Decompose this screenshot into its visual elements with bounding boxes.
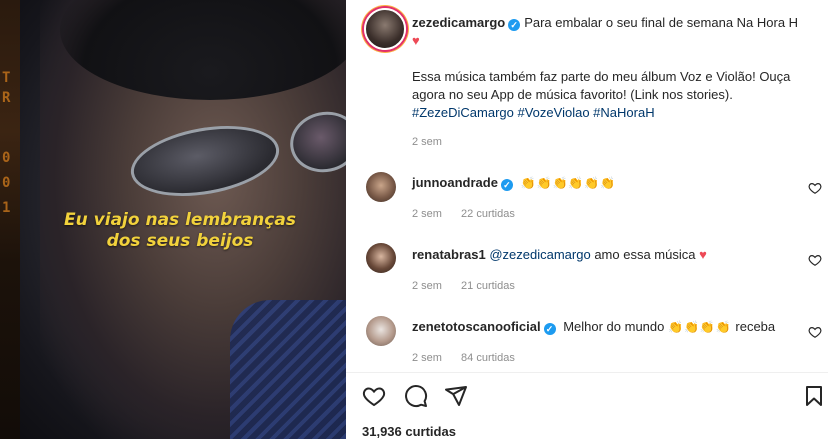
video-lyrics-subtitle: Eu viajo nas lembranças dos seus beijos (40, 210, 320, 252)
hashtag-link[interactable]: #ZezeDiCamargo (412, 105, 514, 120)
post-action-bar (346, 380, 828, 412)
comment-username[interactable]: renatabras1 (412, 247, 486, 262)
lyrics-line-2: dos seus beijos (106, 231, 254, 251)
comment-item: zenetotoscanooficial ✓ Melhor do mundo 👏👏… (412, 318, 792, 336)
clap-emojis: 👏👏👏👏 (668, 320, 732, 334)
comment-time[interactable]: 2 sem (412, 280, 442, 292)
caption-first-line: Para embalar o seu final de semana Na Ho… (524, 15, 799, 30)
video-background-poster: T R 0 0 1 (0, 0, 20, 439)
comment-time[interactable]: 2 sem (412, 352, 442, 364)
commenter-avatar[interactable] (366, 316, 396, 346)
heart-emoji-icon: ♥ (699, 247, 707, 262)
post-video[interactable]: T R 0 0 1 Eu viajo nas lembranças dos se… (0, 0, 346, 439)
bookmark-icon[interactable] (802, 384, 826, 408)
comment-item: junnoandrade ✓ 👏👏👏👏👏👏 (412, 174, 792, 192)
comment-meta: 2 sem 84 curtidas (412, 352, 531, 364)
comment-text: 👏👏👏👏👏👏 (520, 176, 617, 190)
comment-like-heart-icon[interactable] (808, 181, 822, 195)
comment-likes[interactable]: 84 curtidas (461, 352, 515, 364)
comment-time[interactable]: 2 sem (412, 208, 442, 220)
comment-meta: 2 sem 22 curtidas (412, 208, 531, 220)
comment-username[interactable]: zenetotoscanooficial (412, 319, 541, 334)
author-username[interactable]: zezedicamargo (412, 15, 505, 30)
caption-meta: 2 sem (412, 136, 458, 148)
like-heart-icon[interactable] (362, 384, 386, 408)
comment-text-end: receba (735, 319, 776, 334)
caption-paragraph: Essa música também faz parte do meu álbu… (412, 69, 791, 102)
verified-badge-icon: ✓ (508, 19, 521, 31)
comment-mention-link[interactable]: @zezedicamargo (489, 247, 590, 262)
comment-like-heart-icon[interactable] (808, 325, 822, 339)
hashtag-link[interactable]: #NaHoraH (593, 105, 654, 120)
actions-divider (346, 372, 828, 373)
comment-like-heart-icon[interactable] (808, 253, 822, 267)
caption-hashtags: #ZezeDiCamargo #VozeViolao #NaHoraH (412, 104, 812, 122)
verified-badge-icon: ✓ (500, 179, 513, 191)
comment-likes[interactable]: 21 curtidas (461, 280, 515, 292)
commenter-avatar[interactable] (366, 172, 396, 202)
heart-emoji-icon: ♥ (412, 33, 420, 48)
caption-time[interactable]: 2 sem (412, 136, 442, 148)
post-caption: zezedicamargo ✓ Para embalar o seu final d… (412, 14, 812, 122)
send-icon[interactable] (444, 384, 468, 408)
comment-username[interactable]: junnoandrade (412, 175, 498, 190)
comment-text: amo essa música (594, 247, 696, 262)
comment-likes[interactable]: 22 curtidas (461, 208, 515, 220)
author-avatar[interactable] (364, 8, 406, 50)
comment-text: Melhor do mundo (563, 319, 665, 334)
post-likes-count[interactable]: 31,936 curtidas (362, 424, 456, 439)
verified-badge-icon: ✓ (543, 323, 556, 335)
comment-item: renatabras1 @zezedicamargo amo essa músi… (412, 246, 792, 264)
post-details-panel: zezedicamargo ✓ Para embalar o seu final d… (346, 0, 828, 439)
commenter-avatar[interactable] (366, 243, 396, 273)
hashtag-link[interactable]: #VozeViolao (518, 105, 590, 120)
lyrics-line-1: Eu viajo nas lembranças (64, 210, 296, 230)
comment-icon[interactable] (404, 384, 428, 408)
microphone (230, 300, 346, 439)
comment-meta: 2 sem 21 curtidas (412, 280, 531, 292)
